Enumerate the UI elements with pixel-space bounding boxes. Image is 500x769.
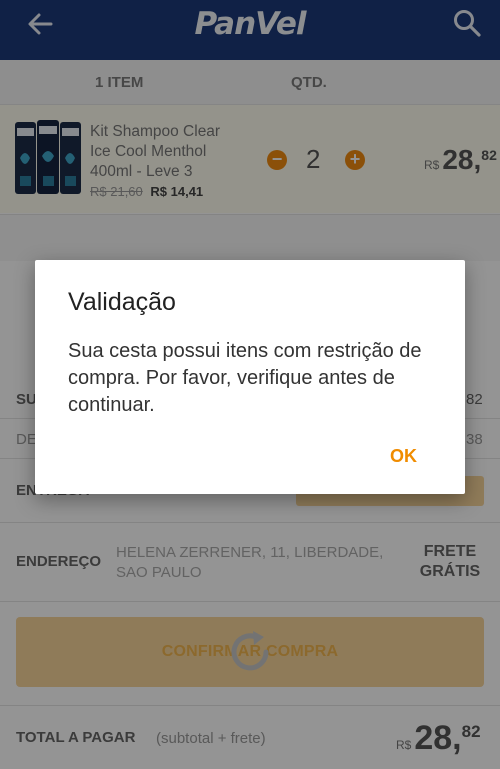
dialog-message: Sua cesta possui itens com restrição de … xyxy=(68,340,422,416)
validation-dialog: Validação Sua cesta possui itens com res… xyxy=(35,260,465,494)
dialog-title: Validação xyxy=(68,288,176,316)
dialog-ok-button[interactable]: OK xyxy=(390,446,417,467)
